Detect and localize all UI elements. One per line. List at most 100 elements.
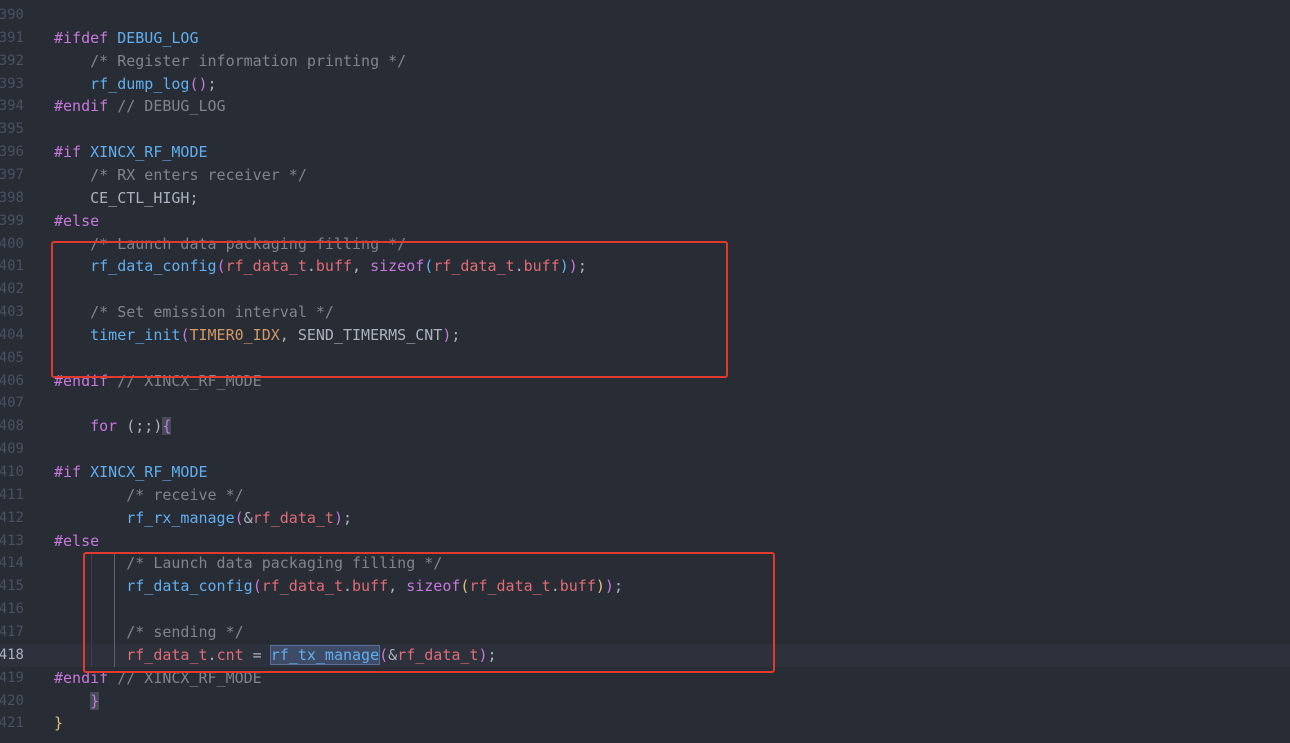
code-line[interactable]: 401 rf_data_config(rf_data_t.buff, sizeo… [0, 255, 1290, 278]
code-line[interactable]: 392 /* Register information printing */ [0, 50, 1290, 73]
code-token: rf_dump_log [90, 74, 190, 93]
code-line[interactable]: 411 /* receive */ [0, 484, 1290, 507]
line-code[interactable]: #else [54, 210, 99, 233]
code-token: // XINCX_RF_MODE [108, 668, 262, 687]
code-token: rf_data_config [126, 577, 253, 596]
line-code[interactable]: } [54, 690, 100, 713]
code-token: #if [54, 143, 91, 162]
line-number: 390 [0, 7, 24, 23]
code-line[interactable]: 393 rf_dump_log(); [0, 73, 1290, 96]
line-code[interactable]: for (;;){ [54, 415, 172, 438]
line-number: 403 [0, 304, 24, 321]
code-line[interactable]: 399 #else [0, 210, 1290, 233]
line-code[interactable]: rf_data_t.cnt = rf_tx_manage(&rf_data_t)… [54, 644, 497, 667]
code-line[interactable]: 406 #endif // XINCX_RF_MODE [0, 370, 1290, 393]
line-code[interactable]: #endif // XINCX_RF_MODE [54, 370, 262, 393]
code-line[interactable]: 396 #if XINCX_RF_MODE [0, 141, 1290, 164]
line-code[interactable]: #if XINCX_RF_MODE [54, 461, 208, 484]
line-code[interactable]: timer_init(TIMER0_IDX, SEND_TIMERMS_CNT)… [54, 324, 460, 347]
code-token: #endif [54, 97, 109, 116]
code-line[interactable]: 413 #else [0, 530, 1290, 553]
line-number: 396 [0, 144, 24, 161]
code-line[interactable]: 421} [0, 712, 1290, 735]
line-code[interactable]: #ifdef DEBUG_LOG [54, 27, 199, 50]
code-token: ; [487, 645, 497, 664]
code-token: ) [478, 645, 488, 664]
line-number: 418 [0, 646, 24, 663]
line-number: 410 [0, 464, 24, 480]
line-code[interactable]: #endif // DEBUG_LOG [54, 95, 226, 118]
code-line[interactable]: 390 [0, 4, 1290, 27]
code-token: (;;) [117, 417, 163, 436]
code-token: // XINCX_RF_MODE [108, 371, 262, 390]
code-token: XINCX_RF_MODE [90, 463, 208, 481]
line-code[interactable]: rf_dump_log(); [54, 73, 216, 96]
code-token: DEBUG_LOG [117, 28, 199, 47]
line-number: 405 [0, 349, 24, 366]
code-line[interactable]: 409 [0, 438, 1290, 461]
code-line[interactable]: 419 #endif // XINCX_RF_MODE [0, 667, 1290, 690]
code-line[interactable]: 414 /* Launch data packaging filling */ [0, 552, 1290, 575]
line-code[interactable]: #if XINCX_RF_MODE [54, 141, 208, 164]
code-token: for [90, 417, 118, 436]
code-line[interactable]: 403 /* Set emission interval */ [0, 301, 1290, 324]
code-token: rf_data_config [90, 257, 217, 276]
code-token: sizeof [406, 577, 461, 596]
line-code[interactable]: CE_CTL_HIGH; [54, 187, 199, 210]
code-line[interactable]: 404 timer_init(TIMER0_IDX, SEND_TIMERMS_… [0, 324, 1290, 347]
line-code[interactable]: /* Launch data packaging filling */ [54, 552, 442, 575]
line-number: 406 [0, 372, 24, 389]
code-token: ( [424, 257, 434, 276]
code-line[interactable]: 402 [0, 278, 1290, 301]
line-code[interactable]: rf_data_config(rf_data_t.buff, sizeof(rf… [54, 575, 623, 598]
code-token: CE_CTL_HIGH; [54, 188, 199, 207]
line-number: 393 [0, 75, 24, 92]
code-line[interactable]: 420 } [0, 690, 1290, 713]
code-line[interactable]: 417 /* sending */ [0, 621, 1290, 644]
code-line[interactable]: 397 /* RX enters receiver */ [0, 164, 1290, 187]
line-code[interactable]: /* Register information printing */ [54, 50, 406, 73]
line-code[interactable]: /* RX enters receiver */ [54, 164, 307, 187]
line-code[interactable]: /* sending */ [54, 621, 243, 644]
code-token: rf_rx_manage [126, 508, 235, 527]
code-line[interactable]: 407 [0, 392, 1290, 415]
code-token: /* Set emission interval */ [54, 303, 334, 322]
code-line[interactable]: 418 rf_data_t.cnt = rf_tx_manage(&rf_dat… [0, 643, 1290, 667]
line-code[interactable]: rf_data_config(rf_data_t.buff, sizeof(rf… [54, 255, 587, 278]
code-token: , SEND_TIMERMS_CNT [279, 325, 443, 344]
code-token: rf_data_t [469, 577, 551, 596]
code-editor[interactable]: 390 391 #ifdef DEBUG_LOG 392 /* Register in… [0, 0, 1290, 743]
code-line[interactable]: 410 #if XINCX_RF_MODE [0, 461, 1290, 484]
code-token: rf_tx_manage [269, 644, 381, 665]
line-number: 400 [0, 235, 24, 252]
code-line[interactable]: 394 #endif // DEBUG_LOG [0, 95, 1290, 118]
code-line[interactable]: 400 /* Launch data packaging filling */ [0, 233, 1290, 256]
line-code[interactable]: rf_rx_manage(&rf_data_t); [54, 507, 352, 530]
line-number: 421 [0, 715, 24, 732]
line-number: 402 [0, 281, 24, 298]
code-token: ) [559, 257, 569, 276]
code-line[interactable]: 398 CE_CTL_HIGH; [0, 187, 1290, 210]
code-line[interactable]: 408 for (;;){ [0, 415, 1290, 438]
line-code[interactable]: #endif // XINCX_RF_MODE [54, 667, 262, 690]
indent-guide [91, 552, 92, 667]
line-code[interactable]: /* Launch data packaging filling */ [54, 233, 406, 256]
code-line[interactable]: 391 #ifdef DEBUG_LOG [0, 27, 1290, 50]
code-token: ) [333, 508, 343, 527]
line-code[interactable]: #else [54, 530, 99, 553]
code-token: rf_data_t [225, 257, 307, 276]
line-code[interactable]: /* Set emission interval */ [54, 301, 334, 324]
line-code[interactable]: } [54, 712, 63, 735]
code-token: . [343, 577, 353, 596]
code-line[interactable]: 415 rf_data_config(rf_data_t.buff, sizeo… [0, 575, 1290, 598]
code-line[interactable]: 405 [0, 347, 1290, 370]
code-line[interactable]: 412 rf_rx_manage(&rf_data_t); [0, 507, 1290, 530]
code-token: ) [568, 257, 578, 276]
code-line[interactable]: 416 [0, 598, 1290, 621]
line-code[interactable]: /* receive */ [54, 484, 243, 507]
code-token: #endif [54, 668, 109, 687]
line-number: 413 [0, 532, 24, 549]
code-line[interactable]: 395 [0, 118, 1290, 141]
